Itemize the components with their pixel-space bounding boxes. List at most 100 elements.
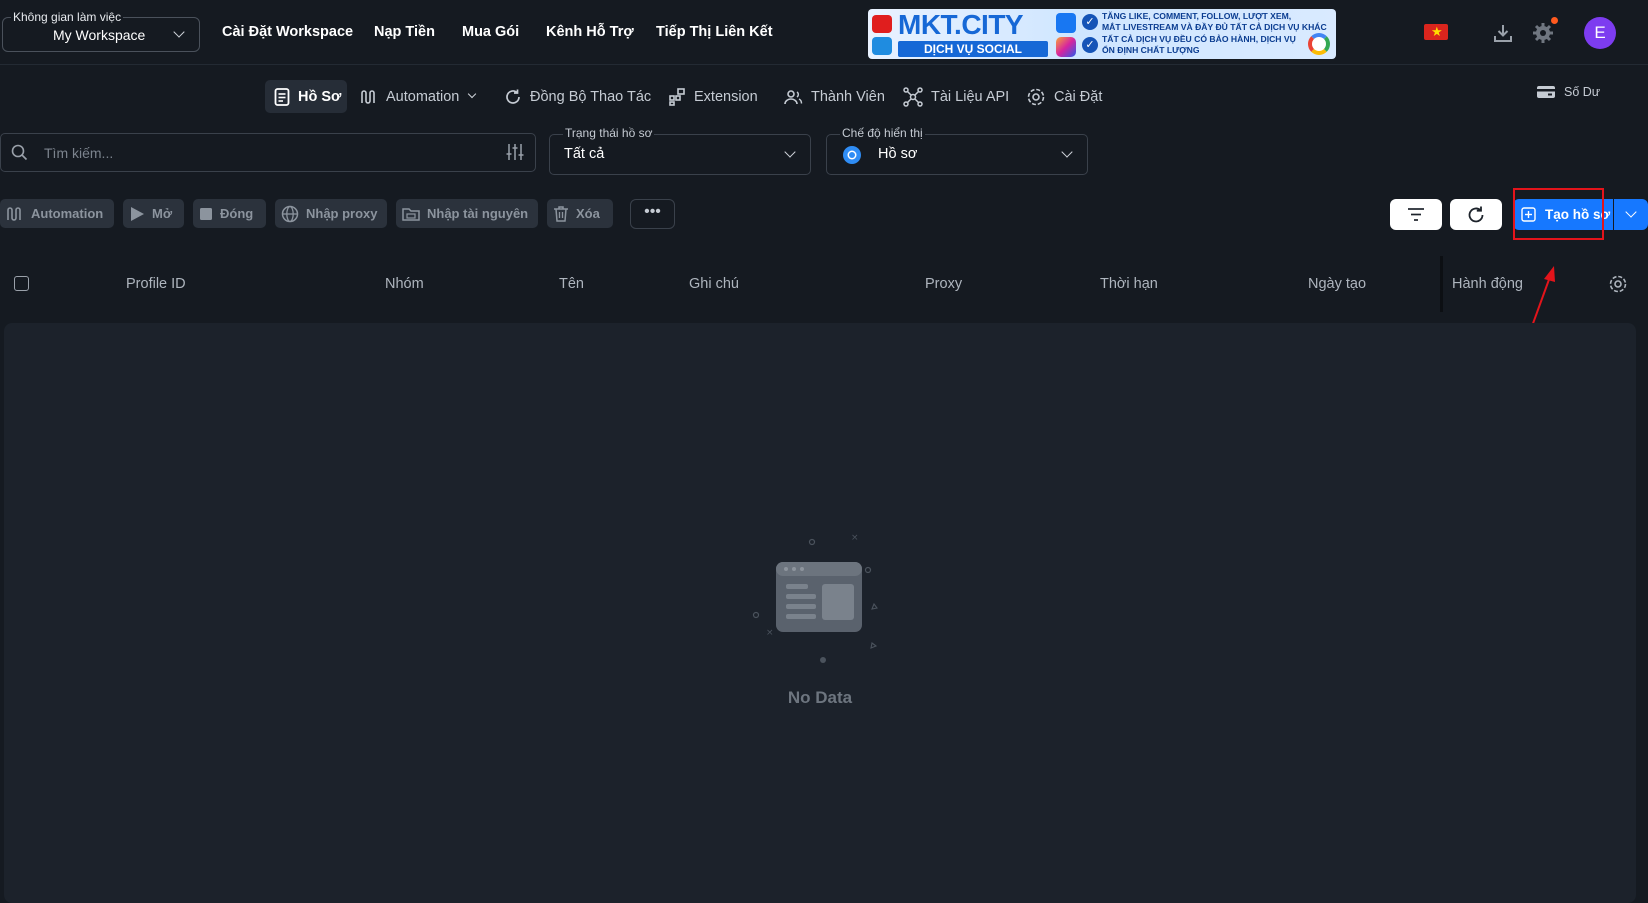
google-icon bbox=[1308, 33, 1330, 55]
api-icon bbox=[903, 86, 923, 107]
tab-api-docs[interactable]: Tài Liệu API bbox=[903, 80, 1009, 113]
sync-icon bbox=[506, 89, 520, 104]
import-resource-button[interactable]: Nhập tài nguyên bbox=[396, 199, 538, 228]
import-resource-label: Nhập tài nguyên bbox=[427, 206, 529, 221]
tab-automation-label: Automation bbox=[386, 88, 460, 105]
column-header-group[interactable]: Nhóm bbox=[385, 276, 424, 292]
column-header-profile-id[interactable]: Profile ID bbox=[126, 276, 186, 292]
chrome-icon bbox=[843, 146, 861, 164]
column-header-note[interactable]: Ghi chú bbox=[689, 276, 739, 292]
banner-line: ỔN ĐỊNH CHẤT LƯỢNG bbox=[1102, 45, 1200, 55]
create-profile-dropdown[interactable] bbox=[1614, 199, 1648, 230]
column-settings-icon[interactable] bbox=[1608, 274, 1628, 294]
tab-profile-label: Hồ Sơ bbox=[298, 88, 342, 105]
profile-status-label: Trạng thái hồ sơ bbox=[563, 126, 655, 140]
sliders-icon[interactable] bbox=[506, 143, 524, 161]
gear-icon bbox=[1027, 88, 1045, 105]
chevron-down-icon bbox=[1625, 206, 1637, 218]
extension-icon bbox=[669, 87, 685, 106]
check-icon: ✓ bbox=[1082, 14, 1098, 30]
banner-tagline: DỊCH VỤ SOCIAL bbox=[898, 41, 1048, 57]
chevron-down-icon bbox=[173, 26, 185, 38]
search-box[interactable]: Tìm kiếm... bbox=[0, 133, 536, 172]
display-mode-label: Chế độ hiển thị bbox=[840, 126, 925, 140]
banner-line: MẮT LIVESTREAM VÀ ĐẦY ĐỦ TẤT CẢ DỊCH VỤ … bbox=[1102, 22, 1327, 32]
workspace-value: My Workspace bbox=[53, 27, 146, 43]
tab-extension-label: Extension bbox=[694, 88, 758, 105]
close-button[interactable]: Đóng bbox=[193, 199, 266, 228]
chevron-down-icon bbox=[468, 89, 477, 98]
tab-automation[interactable]: Automation bbox=[360, 80, 477, 113]
empty-state-icon: × × bbox=[752, 533, 878, 663]
stop-icon bbox=[200, 207, 212, 220]
folder-icon bbox=[402, 207, 420, 221]
users-icon bbox=[784, 89, 803, 104]
tab-sync-actions[interactable]: Đồng Bộ Thao Tác bbox=[504, 80, 651, 113]
chevron-down-icon bbox=[1061, 146, 1073, 158]
nav-buy-package[interactable]: Mua Gói bbox=[462, 24, 519, 40]
column-header-expiry[interactable]: Thời hạn bbox=[1100, 276, 1158, 292]
banner-line: TẤT CẢ DỊCH VỤ ĐỀU CÓ BẢO HÀNH, DỊCH VỤ bbox=[1102, 34, 1296, 44]
filter-icon bbox=[1408, 208, 1424, 221]
download-icon[interactable] bbox=[1492, 22, 1514, 49]
import-proxy-button[interactable]: Nhập proxy bbox=[275, 199, 387, 228]
import-proxy-label: Nhập proxy bbox=[306, 206, 378, 221]
check-icon: ✓ bbox=[1082, 37, 1098, 53]
nav-top-up[interactable]: Nạp Tiền bbox=[374, 24, 435, 40]
nav-affiliate[interactable]: Tiếp Thị Liên Kết bbox=[656, 24, 773, 40]
automation-button[interactable]: Automation bbox=[0, 199, 114, 228]
workspace-label: Không gian làm việc bbox=[11, 10, 124, 24]
highlight-box bbox=[1513, 188, 1604, 240]
tab-members[interactable]: Thành Viên bbox=[783, 80, 885, 113]
balance-label: Số Dư bbox=[1564, 85, 1601, 99]
workspace-select[interactable]: Không gian làm việc My Workspace bbox=[2, 10, 200, 52]
nav-workspace-settings[interactable]: Cài Đặt Workspace bbox=[222, 24, 353, 40]
delete-button[interactable]: Xóa bbox=[547, 199, 613, 228]
nav-support-channel[interactable]: Kênh Hỗ Trợ bbox=[546, 24, 634, 40]
display-mode-select[interactable]: Chế độ hiển thị Hồ sơ bbox=[826, 126, 1088, 175]
profile-status-select[interactable]: Trạng thái hồ sơ Tất cả bbox=[549, 126, 811, 175]
select-all-checkbox[interactable] bbox=[14, 276, 29, 291]
tab-settings[interactable]: Cài Đặt bbox=[1026, 80, 1102, 113]
banner-brand: MKT.CITY bbox=[898, 9, 1024, 40]
chevron-down-icon bbox=[784, 146, 796, 158]
svg-text:×: × bbox=[766, 628, 774, 638]
automation-icon bbox=[7, 206, 21, 221]
tab-extension[interactable]: Extension bbox=[668, 80, 758, 113]
banner-line: TĂNG LIKE, COMMENT, FOLLOW, LƯỢT XEM, bbox=[1102, 11, 1292, 21]
wallet-icon bbox=[1537, 86, 1555, 98]
open-button-label: Mở bbox=[152, 206, 173, 221]
search-input[interactable]: Tìm kiếm... bbox=[44, 145, 113, 161]
document-icon bbox=[274, 87, 290, 106]
column-header-name[interactable]: Tên bbox=[559, 276, 584, 292]
youtube-icon bbox=[872, 15, 892, 33]
avatar[interactable]: E bbox=[1584, 17, 1616, 49]
gear-icon[interactable] bbox=[1532, 22, 1554, 49]
tab-api-docs-label: Tài Liệu API bbox=[931, 88, 1010, 105]
column-header-created-date[interactable]: Ngày tạo bbox=[1308, 276, 1366, 292]
globe-icon bbox=[281, 205, 299, 222]
play-icon bbox=[131, 206, 144, 221]
open-button[interactable]: Mở bbox=[123, 199, 184, 228]
ad-banner[interactable]: MKT.CITY DỊCH VỤ SOCIAL ✓ ✓ TĂNG LIKE, C… bbox=[868, 9, 1336, 59]
vietnam-flag-icon[interactable]: ★ bbox=[1424, 24, 1448, 40]
notification-dot bbox=[1551, 17, 1558, 24]
tab-profile[interactable]: Hồ Sơ bbox=[265, 80, 347, 113]
trash-icon bbox=[554, 206, 568, 222]
automation-button-label: Automation bbox=[31, 206, 104, 221]
balance[interactable]: Số Dư bbox=[1536, 85, 1600, 99]
display-mode-value: Hồ sơ bbox=[878, 146, 918, 162]
facebook-icon bbox=[1056, 13, 1076, 33]
column-divider bbox=[1440, 256, 1443, 312]
svg-text:×: × bbox=[851, 533, 859, 543]
column-header-proxy[interactable]: Proxy bbox=[925, 276, 962, 292]
tab-settings-label: Cài Đặt bbox=[1054, 88, 1103, 105]
telegram-icon bbox=[872, 37, 892, 55]
refresh-button[interactable] bbox=[1450, 199, 1502, 230]
profile-status-value: Tất cả bbox=[564, 146, 605, 162]
more-actions-button[interactable]: ••• bbox=[630, 199, 675, 229]
refresh-icon bbox=[1468, 206, 1484, 223]
tab-members-label: Thành Viên bbox=[811, 88, 885, 105]
filter-button[interactable] bbox=[1390, 199, 1442, 230]
tab-sync-label: Đồng Bộ Thao Tác bbox=[530, 88, 652, 105]
